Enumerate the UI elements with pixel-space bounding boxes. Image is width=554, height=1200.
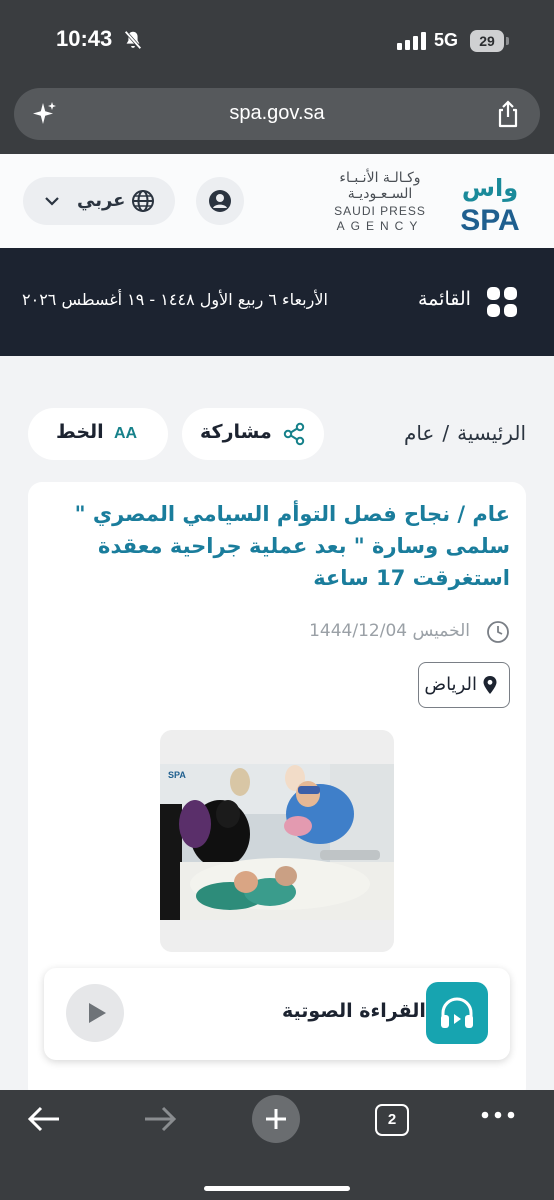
- article-card: عام / نجاح فصل التوأم السيامي المصري " س…: [28, 482, 526, 1102]
- spa-logo[interactable]: وكـالـة الأنـبـاء السـعـوديـة SAUDI PRES…: [326, 170, 536, 234]
- share-icon[interactable]: [494, 99, 522, 129]
- battery-level: 29: [470, 30, 504, 52]
- language-selector[interactable]: عربي: [23, 177, 175, 225]
- breadcrumb-category[interactable]: عام: [404, 421, 434, 445]
- font-size-icon: AA: [114, 425, 138, 442]
- forward-arrow-icon[interactable]: [142, 1104, 178, 1134]
- svg-text:SPA: SPA: [168, 770, 186, 780]
- share-nodes-icon: [283, 422, 305, 446]
- location-tag: الرياض: [418, 662, 510, 708]
- article-title: عام / نجاح فصل التوأم السيامي المصري " س…: [74, 502, 510, 590]
- grid-menu-icon[interactable]: [486, 286, 518, 318]
- signal-icon: [397, 32, 426, 50]
- logo-mark: واس SPA: [460, 174, 519, 234]
- audio-player: القراءة الصوتية: [44, 968, 510, 1060]
- chevron-down-icon: [45, 197, 59, 206]
- headphones-icon: [441, 997, 473, 1028]
- back-arrow-icon[interactable]: [26, 1104, 62, 1134]
- logo-english-text: SAUDI PRESS AGENCY: [326, 204, 434, 234]
- plus-icon: [266, 1109, 286, 1129]
- bell-off-icon: [124, 30, 142, 50]
- play-button[interactable]: [66, 984, 124, 1042]
- article-toolbar: الخط AA مشاركة الرئيسية / عام: [0, 408, 554, 462]
- network-label: 5G: [434, 30, 459, 50]
- breadcrumb-separator: /: [442, 421, 450, 445]
- location-label: الرياض: [424, 674, 477, 695]
- logo-english-line1: SAUDI PRESS: [334, 204, 426, 218]
- status-bar: 10:43 5G 29: [0, 0, 554, 80]
- header-date: الأربعاء ٦ ربيع الأول ١٤٤٨ - ١٩ أغسطس ٢٠…: [22, 290, 328, 309]
- url-text[interactable]: spa.gov.sa: [14, 102, 540, 125]
- nav-bar: الأربعاء ٦ ربيع الأول ١٤٤٨ - ١٩ أغسطس ٢٠…: [0, 248, 554, 356]
- article-date-row: الخميس 1444/12/04: [270, 618, 510, 646]
- menu-label[interactable]: القائمة: [418, 288, 471, 310]
- location-pin-icon: [483, 676, 497, 694]
- site-header: عربي وكـالـة الأنـبـاء السـعـوديـة SAUDI…: [0, 154, 554, 248]
- browser-top-chrome: 10:43 5G 29 spa.gov.sa: [0, 0, 554, 154]
- article-date: الخميس 1444/12/04: [309, 621, 470, 641]
- share-label: مشاركة: [200, 421, 272, 443]
- tabs-button[interactable]: 2: [375, 1104, 409, 1136]
- language-label: عربي: [77, 190, 126, 211]
- breadcrumb-home[interactable]: الرئيسية: [457, 421, 526, 445]
- home-indicator: [204, 1186, 350, 1191]
- article-photo[interactable]: SPA: [160, 764, 394, 920]
- clock-icon: [487, 621, 509, 643]
- battery-tip: [506, 37, 509, 45]
- logo-arabic-text: وكـالـة الأنـبـاء السـعـوديـة: [339, 170, 421, 202]
- browser-bottom-bar: 2: [0, 1090, 554, 1200]
- battery-indicator: 29: [470, 30, 510, 52]
- more-options-icon[interactable]: [480, 1110, 516, 1120]
- font-size-button[interactable]: الخط AA: [28, 408, 168, 460]
- user-icon: [209, 190, 231, 212]
- account-button[interactable]: [196, 177, 244, 225]
- play-icon: [89, 1003, 106, 1023]
- font-label: الخط: [56, 421, 104, 443]
- status-time: 10:43: [56, 26, 113, 51]
- globe-icon: [132, 190, 154, 212]
- audio-label: القراءة الصوتية: [282, 1000, 426, 1022]
- logo-mark-top: واس: [462, 174, 518, 202]
- share-button[interactable]: مشاركة: [182, 408, 324, 460]
- new-tab-button[interactable]: [252, 1095, 300, 1143]
- address-bar[interactable]: spa.gov.sa: [14, 88, 540, 140]
- logo-english-line2: AGENCY: [336, 219, 424, 233]
- breadcrumb: الرئيسية / عام: [404, 421, 526, 445]
- headphones-badge: [426, 982, 488, 1044]
- article-image-frame: SPA: [160, 730, 394, 952]
- logo-mark-bottom: SPA: [460, 204, 519, 234]
